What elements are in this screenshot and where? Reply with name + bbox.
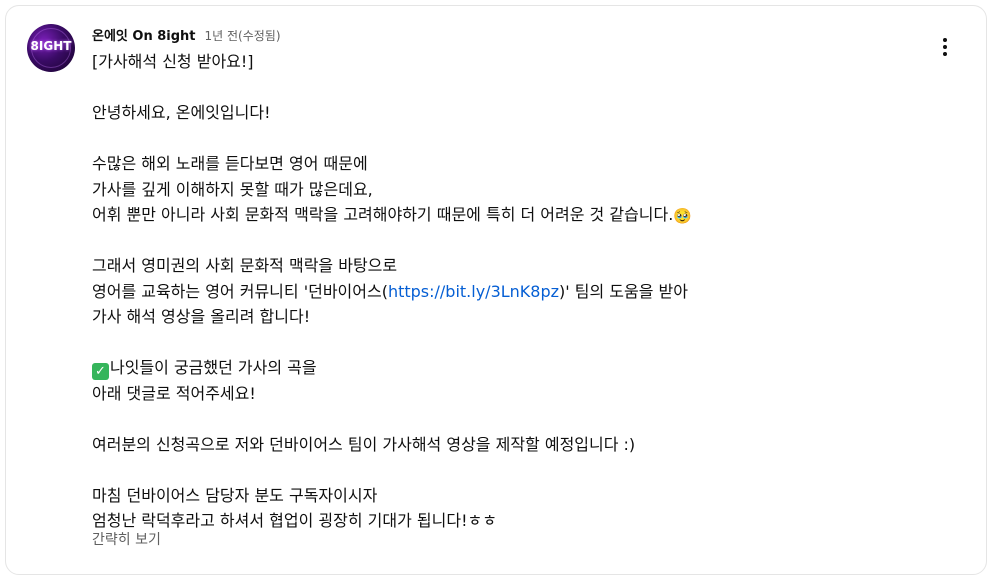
check-mark-icon: ✓ — [92, 363, 109, 380]
comment-line: 수많은 해외 노래를 듣다보면 영어 때문에 — [92, 154, 368, 173]
comment-body: [가사해석 신청 받아요!] 안녕하세요, 온에잇입니다! 수많은 해외 노래를… — [92, 49, 962, 534]
avatar[interactable]: 8IGHT — [27, 24, 75, 72]
dunbius-link[interactable]: https://bit.ly/3LnK8pz — [388, 282, 559, 301]
comment-line: 어휘 뿐만 아니라 사회 문화적 맥락을 고려해야하기 때문에 특히 더 어려운… — [92, 202, 962, 228]
comment-line: 엄청난 락덕후라고 하셔서 협업이 굉장히 기대가 됩니다!ㅎㅎ — [92, 511, 497, 530]
comment-line: 그래서 영미권의 사회 문화적 맥락을 바탕으로 — [92, 256, 398, 275]
comment-line-text: )' 팀의 도움을 받아 — [559, 281, 688, 301]
comment-line: 영어를 교육하는 영어 커뮤니티 '던바이어스(https://bit.ly/3… — [92, 279, 962, 305]
comment-line: 안녕하세요, 온에잇입니다! — [92, 103, 271, 122]
comment-header: 온에잇 On 8ight 1년 전(수정됨) — [92, 25, 281, 45]
menu-dot — [943, 38, 947, 42]
comment-line-text: 나잇들이 궁금했던 가사의 곡을 — [110, 358, 317, 377]
comment-line: 마침 던바이어스 담당자 분도 구독자이시자 — [92, 485, 378, 505]
show-less-button[interactable]: 간략히 보기 — [92, 529, 161, 549]
pleading-face-emoji-icon: 🥹 — [673, 207, 693, 225]
comment-line-text: 영어를 교육하는 영어 커뮤니티 '던바이어스( — [92, 281, 388, 301]
author-name[interactable]: 온에잇 On 8ight — [92, 25, 196, 44]
comment-line: ✓ 나잇들이 궁금했던 가사의 곡을 — [92, 355, 962, 381]
comment-line: 여러분의 신청곡으로 저와 던바이어스 팀이 가사해석 영상을 제작할 예정입니… — [92, 434, 636, 454]
comment-line-text: 어휘 뿐만 아니라 사회 문화적 맥락을 고려해야하기 때문에 특히 더 어려운… — [92, 205, 674, 224]
avatar-logo: 8IGHT — [30, 39, 72, 53]
comment-line: 아래 댓글로 적어주세요! — [92, 383, 256, 403]
comment-line: 가사 해석 영상을 올리려 합니다! — [92, 307, 311, 326]
comment-line: 가사를 깊게 이해하지 못할 때가 많은데요, — [92, 179, 373, 199]
comment-line: [가사해석 신청 받아요!] — [92, 52, 254, 71]
comment-timestamp[interactable]: 1년 전(수정됨) — [205, 27, 281, 44]
